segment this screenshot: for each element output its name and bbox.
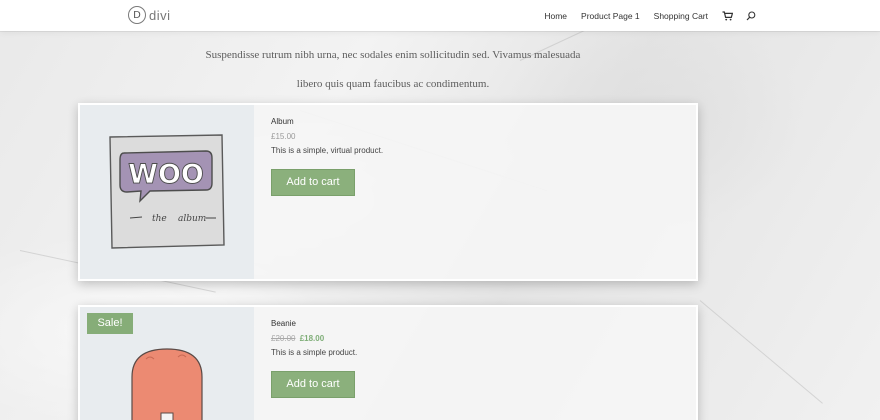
add-to-cart-button-album[interactable]: Add to cart: [271, 169, 355, 196]
add-to-cart-button-beanie[interactable]: Add to cart: [271, 371, 355, 398]
search-icon[interactable]: [746, 10, 756, 21]
logo-text: divi: [149, 7, 171, 23]
site-header: D divi Home Product Page 1 Shopping Cart: [0, 0, 880, 31]
sale-badge: Sale!: [87, 313, 133, 334]
product-image-beanie[interactable]: Sale!: [80, 307, 254, 420]
product-price: £20.00 £18.00: [271, 334, 357, 343]
nav-home[interactable]: Home: [544, 11, 567, 21]
product-price: £15.00: [271, 132, 296, 141]
album-caption-left: the: [152, 214, 167, 224]
product-image-album[interactable]: WOO the album: [80, 105, 254, 279]
product-info-beanie: Beanie £20.00 £18.00 This is a simple pr…: [271, 319, 357, 398]
album-cover-illustration: WOO the album: [109, 134, 225, 249]
product-name[interactable]: Album: [271, 117, 383, 126]
sale-price: £18.00: [299, 334, 325, 343]
old-price: £20.00: [271, 334, 296, 343]
site-logo[interactable]: D divi: [128, 6, 171, 24]
cart-icon[interactable]: [722, 10, 733, 21]
intro-text: Suspendisse rutrum nibh urna, nec sodale…: [178, 41, 608, 99]
product-description: This is a simple, virtual product.: [271, 146, 384, 155]
product-card-beanie: Sale! Beanie £20.00 £18.00 This is a sim…: [78, 305, 698, 420]
product-info-album: Album £15.00 This is a simple, virtual p…: [271, 117, 383, 196]
product-name[interactable]: Beanie: [271, 319, 357, 328]
main-nav: Home Product Page 1 Shopping Cart: [530, 0, 756, 31]
nav-product-page-1[interactable]: Product Page 1: [581, 11, 640, 21]
album-image-text: WOO: [128, 159, 204, 190]
intro-line-1: Suspendisse rutrum nibh urna, nec sodale…: [205, 49, 581, 61]
logo-mark: D: [128, 6, 146, 24]
product-card-album: WOO the album Album £15.00 This is a sim…: [78, 103, 698, 281]
album-caption-right: album: [178, 214, 206, 224]
nav-shopping-cart[interactable]: Shopping Cart: [654, 11, 708, 21]
intro-line-2: libero quis quam faucibus ac condimentum…: [296, 78, 490, 90]
product-description: This is a simple product.: [271, 348, 358, 357]
